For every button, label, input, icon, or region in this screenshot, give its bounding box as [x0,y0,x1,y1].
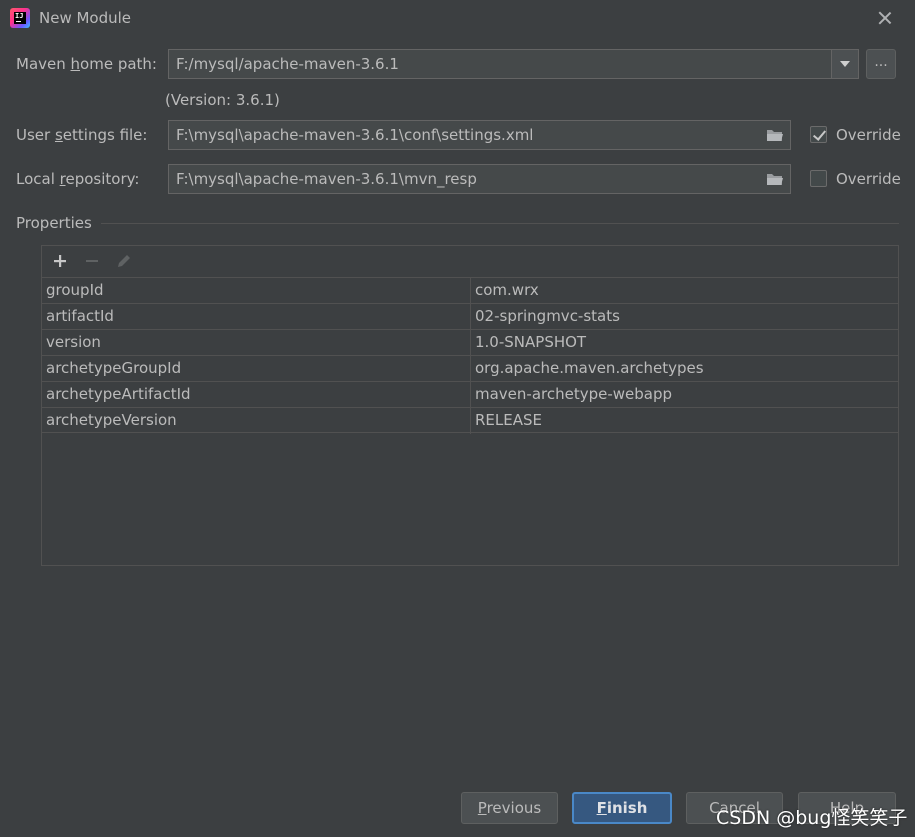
column-separator [470,304,471,330]
maven-home-label: Maven home path: [16,55,157,73]
property-key: version [46,333,101,351]
maven-home-value: F:/mysql/apache-maven-3.6.1 [176,55,399,73]
maven-version-text: (Version: 3.6.1) [165,91,280,109]
property-value[interactable]: maven-archetype-webapp [475,382,895,407]
previous-button[interactable]: Previous [461,792,558,824]
title-bar: IJ New Module [0,0,915,38]
column-separator [470,278,471,304]
property-key: archetypeGroupId [46,359,182,377]
property-value[interactable]: com.wrx [475,278,895,303]
table-row[interactable]: artifactId 02-springmvc-stats [42,303,898,330]
intellij-logo-icon: IJ [10,8,30,28]
repository-override-checkbox[interactable] [810,170,827,187]
table-row[interactable]: groupId com.wrx [42,277,898,304]
folder-icon[interactable] [766,128,784,142]
table-row[interactable]: archetypeArtifactId maven-archetype-weba… [42,381,898,408]
window-title: New Module [39,9,132,27]
user-settings-label: User settings file: [16,126,148,144]
property-value[interactable]: 1.0-SNAPSHOT [475,330,895,355]
table-row[interactable]: archetypeVersion RELEASE [42,407,898,434]
column-separator [470,330,471,356]
properties-title: Properties [16,214,92,232]
new-module-dialog: IJ New Module Maven home path: F:/mysql/… [0,0,915,837]
maven-home-combo[interactable]: F:/mysql/apache-maven-3.6.1 [168,49,859,79]
table-row[interactable]: archetypeGroupId org.apache.maven.archet… [42,355,898,382]
remove-icon[interactable] [83,252,101,270]
properties-table: groupId com.wrx artifactId 02-springmvc-… [42,277,898,434]
close-icon[interactable] [874,7,896,29]
property-key: artifactId [46,307,114,325]
csdn-watermark: CSDN @bug怪笑笑子 [716,807,908,829]
property-value[interactable]: org.apache.maven.archetypes [475,356,895,381]
property-value[interactable]: RELEASE [475,408,895,433]
settings-override-label: Override [836,126,901,144]
folder-icon[interactable] [766,172,784,186]
settings-override-checkbox[interactable] [810,126,827,143]
local-repository-value: F:\mysql\apache-maven-3.6.1\mvn_resp [176,170,477,188]
property-key: groupId [46,281,104,299]
add-icon[interactable] [51,252,69,270]
property-key: archetypeVersion [46,411,177,429]
local-repository-field[interactable]: F:\mysql\apache-maven-3.6.1\mvn_resp [168,164,791,194]
property-value[interactable]: 02-springmvc-stats [475,304,895,329]
browse-maven-home-button[interactable]: ... [866,49,896,79]
properties-toolbar [42,246,898,277]
chevron-down-icon[interactable] [831,50,858,78]
column-separator [470,382,471,408]
property-key: archetypeArtifactId [46,385,191,403]
edit-icon[interactable] [115,252,133,270]
repository-override-label: Override [836,170,901,188]
local-repository-label: Local repository: [16,170,140,188]
column-separator [470,356,471,382]
table-row[interactable]: version 1.0-SNAPSHOT [42,329,898,356]
finish-button[interactable]: Finish [572,792,672,824]
column-separator [470,408,471,434]
properties-divider [101,223,899,224]
user-settings-value: F:\mysql\apache-maven-3.6.1\conf\setting… [176,126,534,144]
properties-panel: groupId com.wrx artifactId 02-springmvc-… [41,245,899,566]
user-settings-field[interactable]: F:\mysql\apache-maven-3.6.1\conf\setting… [168,120,791,150]
